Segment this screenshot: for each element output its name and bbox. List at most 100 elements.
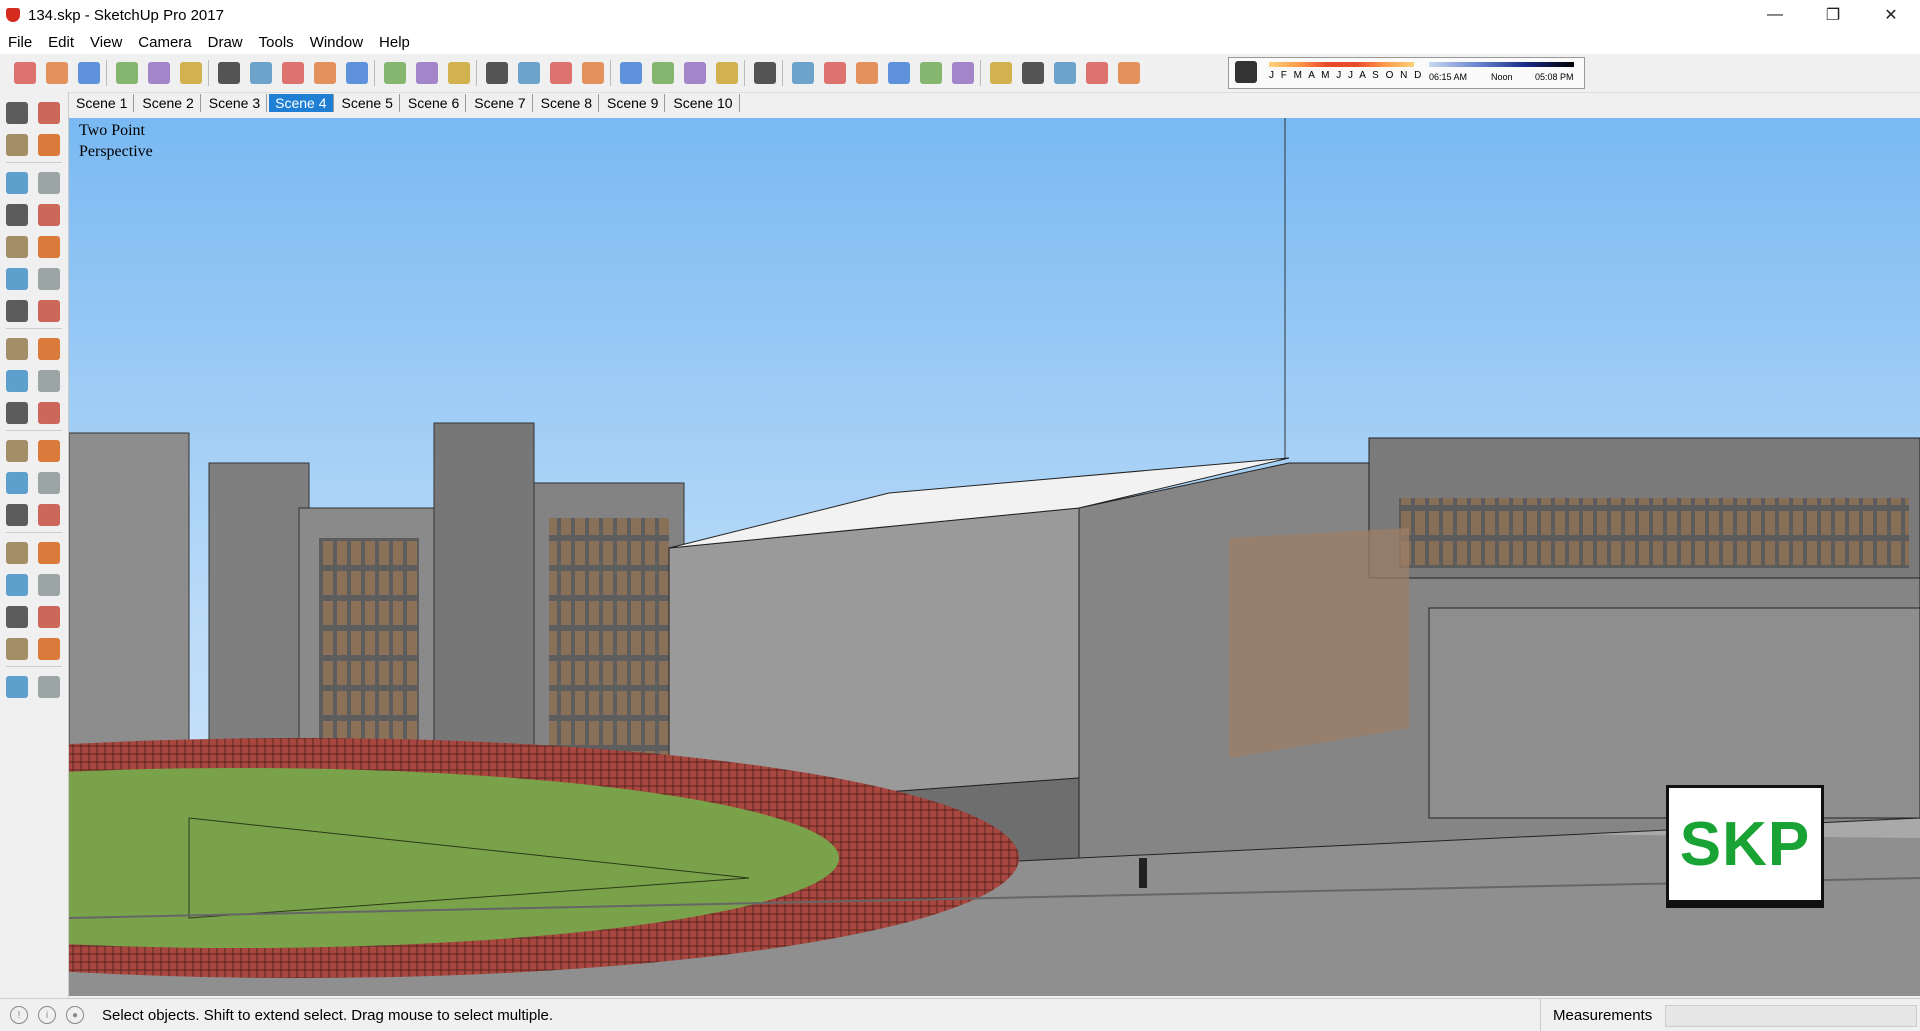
orbit-icon[interactable] <box>448 62 470 84</box>
maximize-button[interactable]: ❐ <box>1804 0 1862 30</box>
select-icon[interactable] <box>6 102 28 124</box>
zoom-extents-icon[interactable] <box>6 606 28 628</box>
line-icon[interactable] <box>6 172 28 194</box>
eraser-icon[interactable] <box>46 62 68 84</box>
zoom-extents-icon[interactable] <box>550 62 572 84</box>
walk-icon[interactable] <box>6 676 28 698</box>
monochrome-icon[interactable] <box>920 62 942 84</box>
back-edges-icon[interactable] <box>754 62 776 84</box>
protractor-icon[interactable] <box>6 472 28 494</box>
menu-bar: File Edit View Camera Draw Tools Window … <box>0 30 1920 54</box>
select-icon[interactable] <box>14 62 36 84</box>
tab-scene-9[interactable]: Scene 9 <box>601 94 666 112</box>
xray-icon[interactable] <box>716 62 738 84</box>
iso-view-icon[interactable] <box>952 62 974 84</box>
move-icon[interactable] <box>6 338 28 360</box>
zoom-icon[interactable] <box>518 62 540 84</box>
look-around-icon[interactable] <box>38 638 60 660</box>
menu-edit[interactable]: Edit <box>40 34 82 51</box>
menu-file[interactable]: File <box>0 34 40 51</box>
month-slider[interactable] <box>1269 62 1414 67</box>
tape-measure-icon[interactable] <box>346 62 368 84</box>
rectangle-icon[interactable] <box>6 204 28 226</box>
menu-tools[interactable]: Tools <box>251 34 302 51</box>
right-view-icon[interactable] <box>1054 62 1076 84</box>
circle-icon[interactable] <box>6 236 28 258</box>
text-icon[interactable] <box>38 472 60 494</box>
send-to-layout-icon[interactable] <box>652 62 674 84</box>
move-icon[interactable] <box>250 62 272 84</box>
line-icon[interactable] <box>78 62 100 84</box>
three-point-arc-icon[interactable] <box>6 300 28 322</box>
eraser-icon[interactable] <box>38 134 60 156</box>
two-point-arc-icon[interactable] <box>38 268 60 290</box>
extension-warehouse-icon[interactable] <box>620 62 642 84</box>
section-plane-icon[interactable] <box>38 676 60 698</box>
pan-icon[interactable] <box>38 542 60 564</box>
menu-window[interactable]: Window <box>302 34 371 51</box>
zoom-icon[interactable] <box>6 574 28 596</box>
rotated-rectangle-icon[interactable] <box>38 204 60 226</box>
follow-me-icon[interactable] <box>218 62 240 84</box>
axes-icon[interactable] <box>6 504 28 526</box>
text-icon[interactable] <box>384 62 406 84</box>
credits-icon[interactable]: i <box>38 1006 56 1024</box>
scale-icon[interactable] <box>314 62 336 84</box>
hidden-line-icon[interactable] <box>824 62 846 84</box>
close-button[interactable]: ✕ <box>1862 0 1920 30</box>
minimize-button[interactable]: — <box>1746 0 1804 30</box>
rotate-icon[interactable] <box>282 62 304 84</box>
dimension-icon[interactable] <box>38 440 60 462</box>
freehand-icon[interactable] <box>38 172 60 194</box>
zoom-window-icon[interactable] <box>38 574 60 596</box>
paint-bucket-icon[interactable] <box>416 62 438 84</box>
menu-camera[interactable]: Camera <box>130 34 199 51</box>
orbit-icon[interactable] <box>6 542 28 564</box>
rotate-icon[interactable] <box>6 370 28 392</box>
follow-me-icon[interactable] <box>38 370 60 392</box>
menu-view[interactable]: View <box>82 34 130 51</box>
shaded-icon[interactable] <box>856 62 878 84</box>
tab-scene-10[interactable]: Scene 10 <box>667 94 740 112</box>
arc-icon[interactable] <box>6 268 28 290</box>
tab-scene-3[interactable]: Scene 3 <box>203 94 268 112</box>
shadows-toggle-icon[interactable] <box>1235 61 1257 83</box>
tab-scene-2[interactable]: Scene 2 <box>136 94 201 112</box>
tape-measure-icon[interactable] <box>6 440 28 462</box>
paint-bucket-icon[interactable] <box>6 134 28 156</box>
drawing-viewport[interactable]: Two Point Perspective <box>69 118 1920 996</box>
warehouse-icon[interactable] <box>582 62 604 84</box>
position-camera-icon[interactable] <box>6 638 28 660</box>
pie-icon[interactable] <box>38 300 60 322</box>
offset-icon[interactable] <box>38 402 60 424</box>
push-pull-icon[interactable] <box>180 62 202 84</box>
shaded-textures-icon[interactable] <box>888 62 910 84</box>
front-view-icon[interactable] <box>1022 62 1044 84</box>
tab-scene-7[interactable]: Scene 7 <box>468 94 533 112</box>
push-pull-icon[interactable] <box>38 338 60 360</box>
previous-view-icon[interactable] <box>38 606 60 628</box>
user-icon[interactable]: ● <box>66 1006 84 1024</box>
time-slider[interactable] <box>1429 62 1574 67</box>
tab-scene-1[interactable]: Scene 1 <box>70 94 135 112</box>
back-view-icon[interactable] <box>1086 62 1108 84</box>
tab-scene-8[interactable]: Scene 8 <box>535 94 599 112</box>
rectangle-icon[interactable] <box>148 62 170 84</box>
polygon-icon[interactable] <box>38 236 60 258</box>
arc-icon[interactable] <box>116 62 138 84</box>
ruby-icon[interactable] <box>684 62 706 84</box>
measurements-input[interactable] <box>1665 1005 1917 1027</box>
wireframe-icon[interactable] <box>792 62 814 84</box>
geolocation-icon[interactable]: ! <box>10 1006 28 1024</box>
tab-scene-4[interactable]: Scene 4 <box>269 94 334 112</box>
tab-scene-6[interactable]: Scene 6 <box>402 94 467 112</box>
pan-icon[interactable] <box>486 62 508 84</box>
tab-scene-5[interactable]: Scene 5 <box>336 94 400 112</box>
3d-text-icon[interactable] <box>38 504 60 526</box>
menu-help[interactable]: Help <box>371 34 418 51</box>
left-view-icon[interactable] <box>1118 62 1140 84</box>
top-view-icon[interactable] <box>990 62 1012 84</box>
make-component-icon[interactable] <box>38 102 60 124</box>
menu-draw[interactable]: Draw <box>200 34 251 51</box>
scale-icon[interactable] <box>6 402 28 424</box>
